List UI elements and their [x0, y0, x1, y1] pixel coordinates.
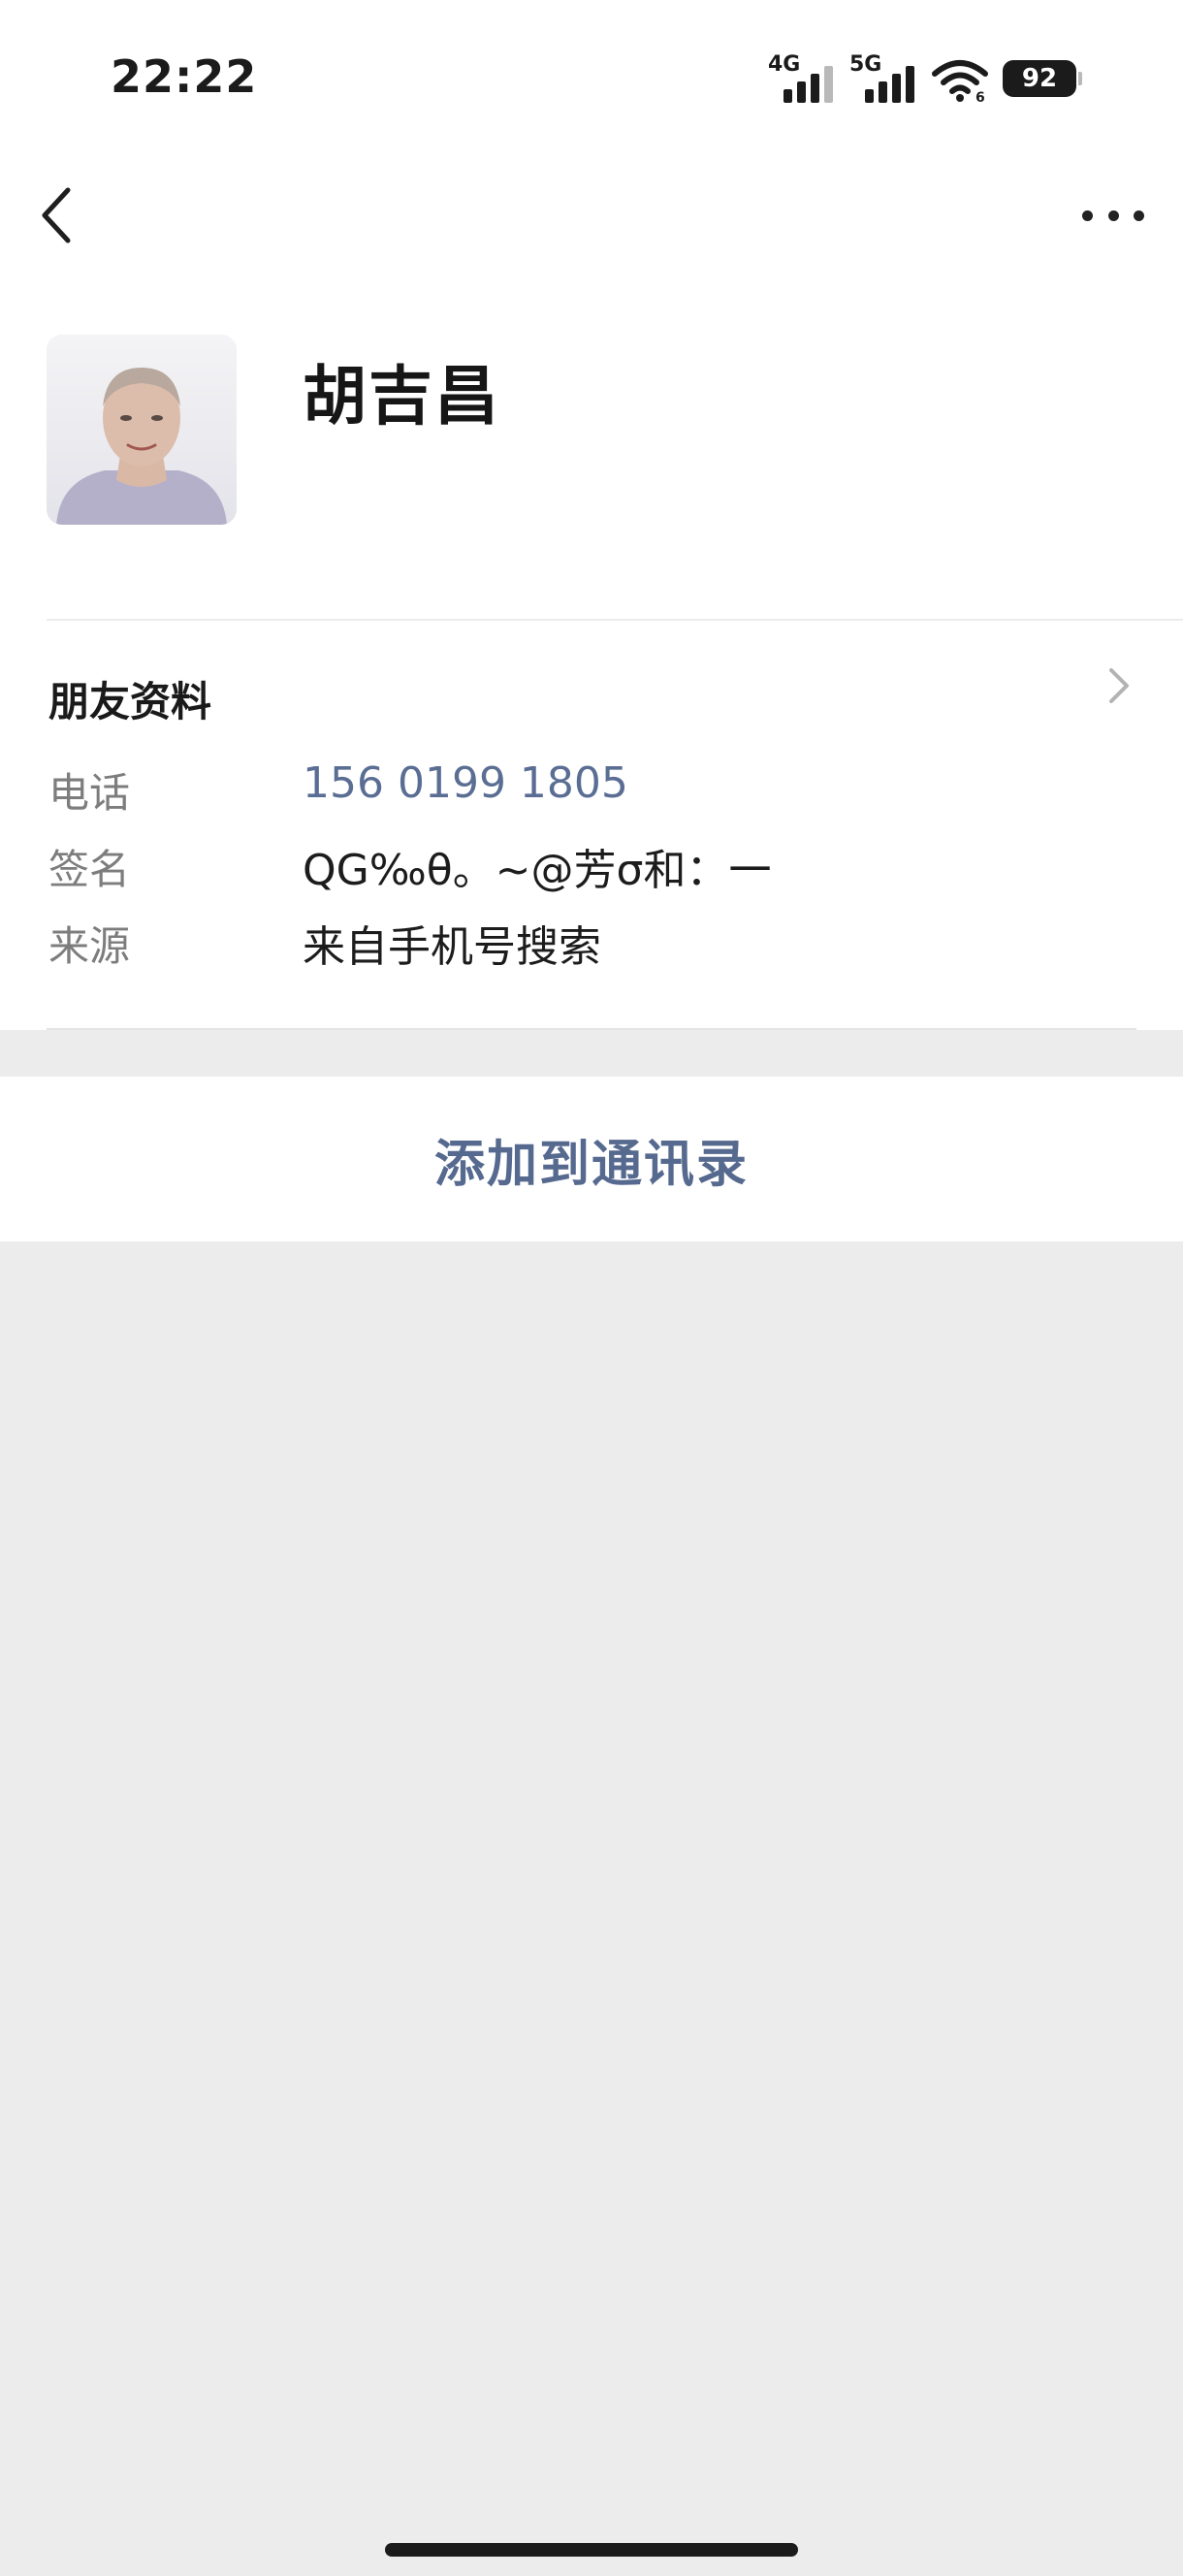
add-to-contacts-button[interactable]: 添加到通讯录 — [0, 1077, 1183, 1241]
avatar[interactable] — [47, 335, 237, 525]
cellular-signal-4g-icon: 4G — [768, 52, 836, 103]
source-value: 来自手机号搜索 — [303, 922, 601, 972]
battery-icon: 92 — [1003, 60, 1082, 97]
avatar-image — [47, 335, 237, 525]
wifi-icon: 6 — [931, 54, 989, 106]
add-to-contacts-label: 添加到通讯录 — [433, 1135, 749, 1194]
friend-info-title[interactable]: 朋友资料 — [48, 669, 211, 728]
status-time: 22:22 — [111, 50, 258, 103]
more-options-button[interactable] — [1082, 194, 1144, 237]
chevron-left-icon — [42, 187, 71, 243]
cellular-signal-5g-icon: 5G — [849, 52, 917, 103]
signature-label: 签名 — [48, 846, 131, 893]
status-icons: 4G 5G 6 92 — [768, 52, 1082, 106]
chevron-right-icon — [1109, 668, 1129, 703]
friend-info-chevron[interactable] — [1103, 662, 1133, 709]
battery-level: 92 — [1021, 64, 1058, 93]
source-label: 来源 — [48, 922, 131, 970]
phone-number-link[interactable]: 156 0199 1805 — [303, 758, 628, 808]
divider — [47, 619, 1183, 621]
divider — [47, 1028, 1136, 1030]
phone-label: 电话 — [48, 769, 131, 817]
contact-name: 胡吉昌 — [303, 359, 500, 434]
svg-text:6: 6 — [975, 90, 985, 103]
signature-value: QG‰θ。~@芳σ和：一 — [303, 846, 772, 895]
more-horizontal-icon — [1082, 209, 1093, 221]
back-button[interactable] — [33, 180, 83, 250]
home-indicator[interactable] — [385, 2543, 798, 2557]
